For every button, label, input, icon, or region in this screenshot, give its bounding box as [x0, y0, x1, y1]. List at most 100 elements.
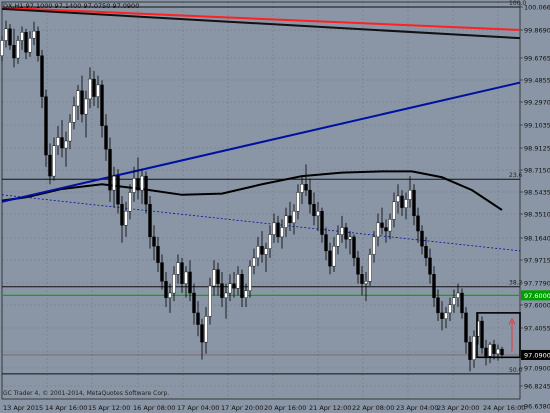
candle-bull — [184, 271, 188, 284]
candle-bull — [112, 175, 116, 191]
candle-bear — [380, 222, 384, 228]
candle-bull — [392, 201, 396, 220]
candle-bull — [364, 281, 368, 284]
candle-bull — [212, 269, 216, 287]
x-tick-label: 23 Apr 04:00 — [396, 404, 438, 412]
candle-bull — [228, 283, 232, 294]
candle-bear — [440, 312, 444, 319]
candle-bull — [284, 215, 288, 228]
candle-bull — [52, 145, 56, 177]
candle-bull — [340, 227, 344, 235]
candle-bull — [140, 175, 144, 191]
candle-bear — [100, 84, 104, 127]
candle-bull — [64, 140, 68, 149]
candle-bull — [4, 28, 8, 41]
candle-bear — [144, 175, 148, 205]
y-tick-label: 99.1035 — [524, 122, 550, 130]
fib-label: 23.6 — [509, 172, 523, 179]
candle-bull — [28, 37, 32, 53]
current-price-tag-text: 97.0900 — [524, 351, 550, 359]
candle-bull — [348, 236, 352, 240]
candle-bull — [456, 292, 460, 298]
candle-bear — [180, 262, 184, 284]
candle-bear — [164, 281, 168, 298]
x-tick-label: 14 Apr 16:00 — [45, 404, 87, 412]
candle-bull — [72, 105, 76, 123]
candle-bull — [124, 210, 128, 226]
candle-bull — [376, 222, 380, 238]
candle-bull — [256, 246, 260, 259]
candle-bear — [156, 246, 160, 263]
x-tick-label: 24 Apr 16:00 — [483, 404, 525, 412]
candle-bull — [204, 316, 208, 343]
candle-bear — [160, 262, 164, 282]
candlestick-chart[interactable]: 100.0665 99.8690 99.6765 99.4855 99.2970 99.1… — [0, 0, 550, 413]
candle-bear — [192, 292, 196, 314]
candle-bull — [128, 192, 132, 212]
candle-bull — [264, 248, 268, 255]
candle-bull — [96, 84, 100, 97]
candle-bear — [92, 78, 96, 97]
candle-bull — [444, 312, 448, 319]
candle-bear — [60, 137, 64, 149]
candle-bear — [424, 246, 428, 259]
candle-bear — [428, 257, 432, 275]
candle-bull — [388, 219, 392, 232]
x-tick-label: 15 Apr 12:00 — [88, 404, 130, 412]
fib-label: 50.0 — [509, 367, 523, 374]
candle-bear — [116, 175, 120, 205]
x-tick-label: 17 Apr 04:00 — [177, 404, 219, 412]
candle-bull — [292, 210, 296, 224]
candle-bear — [420, 230, 424, 247]
candle-bull — [332, 246, 336, 267]
candle-bear — [492, 344, 496, 354]
candle-bear — [260, 246, 264, 255]
candle-bull — [472, 336, 476, 360]
candle-bull — [84, 98, 88, 115]
candle-bear — [400, 195, 404, 208]
candle-bear — [216, 269, 220, 284]
time-axis: 13 Apr 2015 14 Apr 16:00 15 Apr 12:00 16 Ap… — [3, 404, 525, 412]
candle-bull — [272, 222, 276, 235]
y-tick-label: 97.9715 — [524, 257, 550, 265]
candle-bear — [188, 271, 192, 294]
y-tick-label: 97.4055 — [524, 325, 550, 333]
candle-bear — [468, 341, 472, 360]
candle-bear — [288, 215, 292, 224]
y-tick-label: 99.6765 — [524, 55, 550, 63]
chart-canvas[interactable]: 100.0665 99.8690 99.6765 99.4855 99.2970 99.1… — [0, 0, 550, 413]
candle-bear — [108, 149, 112, 191]
candle-bear — [152, 236, 156, 247]
x-tick-label: 13 Apr 2015 — [3, 404, 43, 412]
y-tick-label: 98.7150 — [524, 167, 550, 175]
chart-background — [0, 0, 550, 413]
candle-bear — [500, 348, 504, 356]
candle-bear — [416, 215, 420, 232]
candle-bear — [312, 203, 316, 217]
candle-bear — [148, 203, 152, 238]
candle-bear — [276, 222, 280, 238]
y-tick-label: 98.1640 — [524, 235, 550, 243]
x-tick-label: 21 Apr 12:00 — [309, 404, 351, 412]
candle-bear — [412, 189, 416, 217]
candle-bear — [344, 227, 348, 240]
candle-bear — [8, 28, 12, 46]
candle-bear — [24, 32, 28, 53]
candle-bull — [368, 254, 372, 282]
candle-bear — [48, 154, 52, 177]
candle-bear — [480, 320, 484, 349]
candle-bear — [324, 234, 328, 252]
candle-bull — [408, 189, 412, 200]
candle-bear — [328, 250, 332, 267]
candle-bear — [196, 312, 200, 325]
candle-bull — [296, 192, 300, 212]
x-tick-label: 20 Apr 16:00 — [264, 404, 306, 412]
candle-bull — [280, 227, 284, 238]
candle-bull — [252, 257, 256, 267]
candle-bear — [308, 189, 312, 205]
candle-bull — [168, 292, 172, 298]
candle-bull — [32, 30, 36, 39]
y-tick-label: 99.4855 — [524, 77, 550, 85]
candle-bull — [244, 290, 248, 298]
y-tick-label: 97.0900 — [524, 365, 550, 373]
